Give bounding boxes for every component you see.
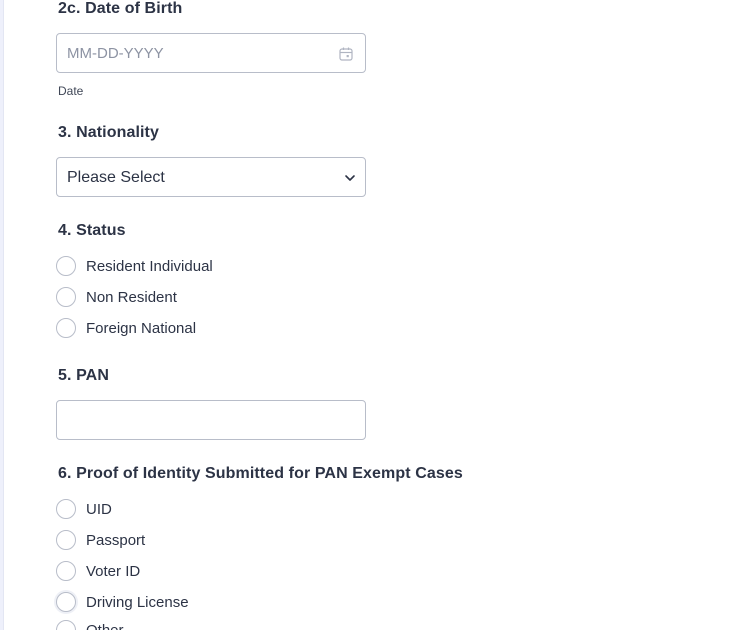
radio-button[interactable]: [56, 499, 76, 519]
radio-option-label: Non Resident: [86, 288, 177, 306]
nationality-selected-value: Please Select: [67, 169, 165, 186]
proof-option-driving-license[interactable]: Driving License: [56, 591, 189, 613]
pan-question-label: 5. PAN: [58, 367, 109, 384]
status-question-label: 4. Status: [58, 222, 126, 239]
nationality-select[interactable]: Please Select: [56, 157, 366, 197]
radio-button[interactable]: [56, 287, 76, 307]
status-option-resident-individual[interactable]: Resident Individual: [56, 255, 213, 277]
radio-option-label: Foreign National: [86, 319, 197, 337]
radio-button[interactable]: [56, 256, 76, 276]
dob-field[interactable]: [56, 33, 366, 73]
proof-question-label: 6. Proof of Identity Submitted for PAN E…: [58, 465, 463, 482]
radio-option-label: Other: [86, 621, 124, 630]
radio-option-label: Voter ID: [86, 562, 141, 580]
form-page: 2c. Date of Birth Date 3. Nationality Pl…: [0, 0, 756, 630]
radio-button[interactable]: [56, 592, 76, 612]
radio-option-label: Passport: [86, 531, 146, 549]
proof-option-voter-id[interactable]: Voter ID: [56, 560, 140, 582]
radio-button[interactable]: [56, 318, 76, 338]
dob-input[interactable]: [57, 34, 365, 72]
proof-option-other[interactable]: Other: [56, 619, 124, 630]
radio-button[interactable]: [56, 530, 76, 550]
radio-option-label: UID: [86, 500, 112, 518]
dob-sublabel: Date: [58, 84, 84, 98]
nationality-question-label: 3. Nationality: [58, 124, 159, 141]
radio-button[interactable]: [56, 620, 76, 630]
chevron-down-icon: [345, 175, 355, 181]
radio-option-label: Driving License: [86, 593, 189, 611]
proof-option-uid[interactable]: UID: [56, 498, 112, 520]
pan-input[interactable]: [57, 401, 365, 439]
status-option-foreign-national[interactable]: Foreign National: [56, 317, 196, 339]
radio-option-label: Resident Individual: [86, 257, 213, 275]
proof-option-passport[interactable]: Passport: [56, 529, 145, 551]
page-left-edge: [0, 0, 4, 630]
calendar-icon[interactable]: [338, 46, 354, 62]
status-option-non-resident[interactable]: Non Resident: [56, 286, 177, 308]
dob-question-label: 2c. Date of Birth: [58, 0, 183, 17]
pan-field[interactable]: [56, 400, 366, 440]
radio-button[interactable]: [56, 561, 76, 581]
